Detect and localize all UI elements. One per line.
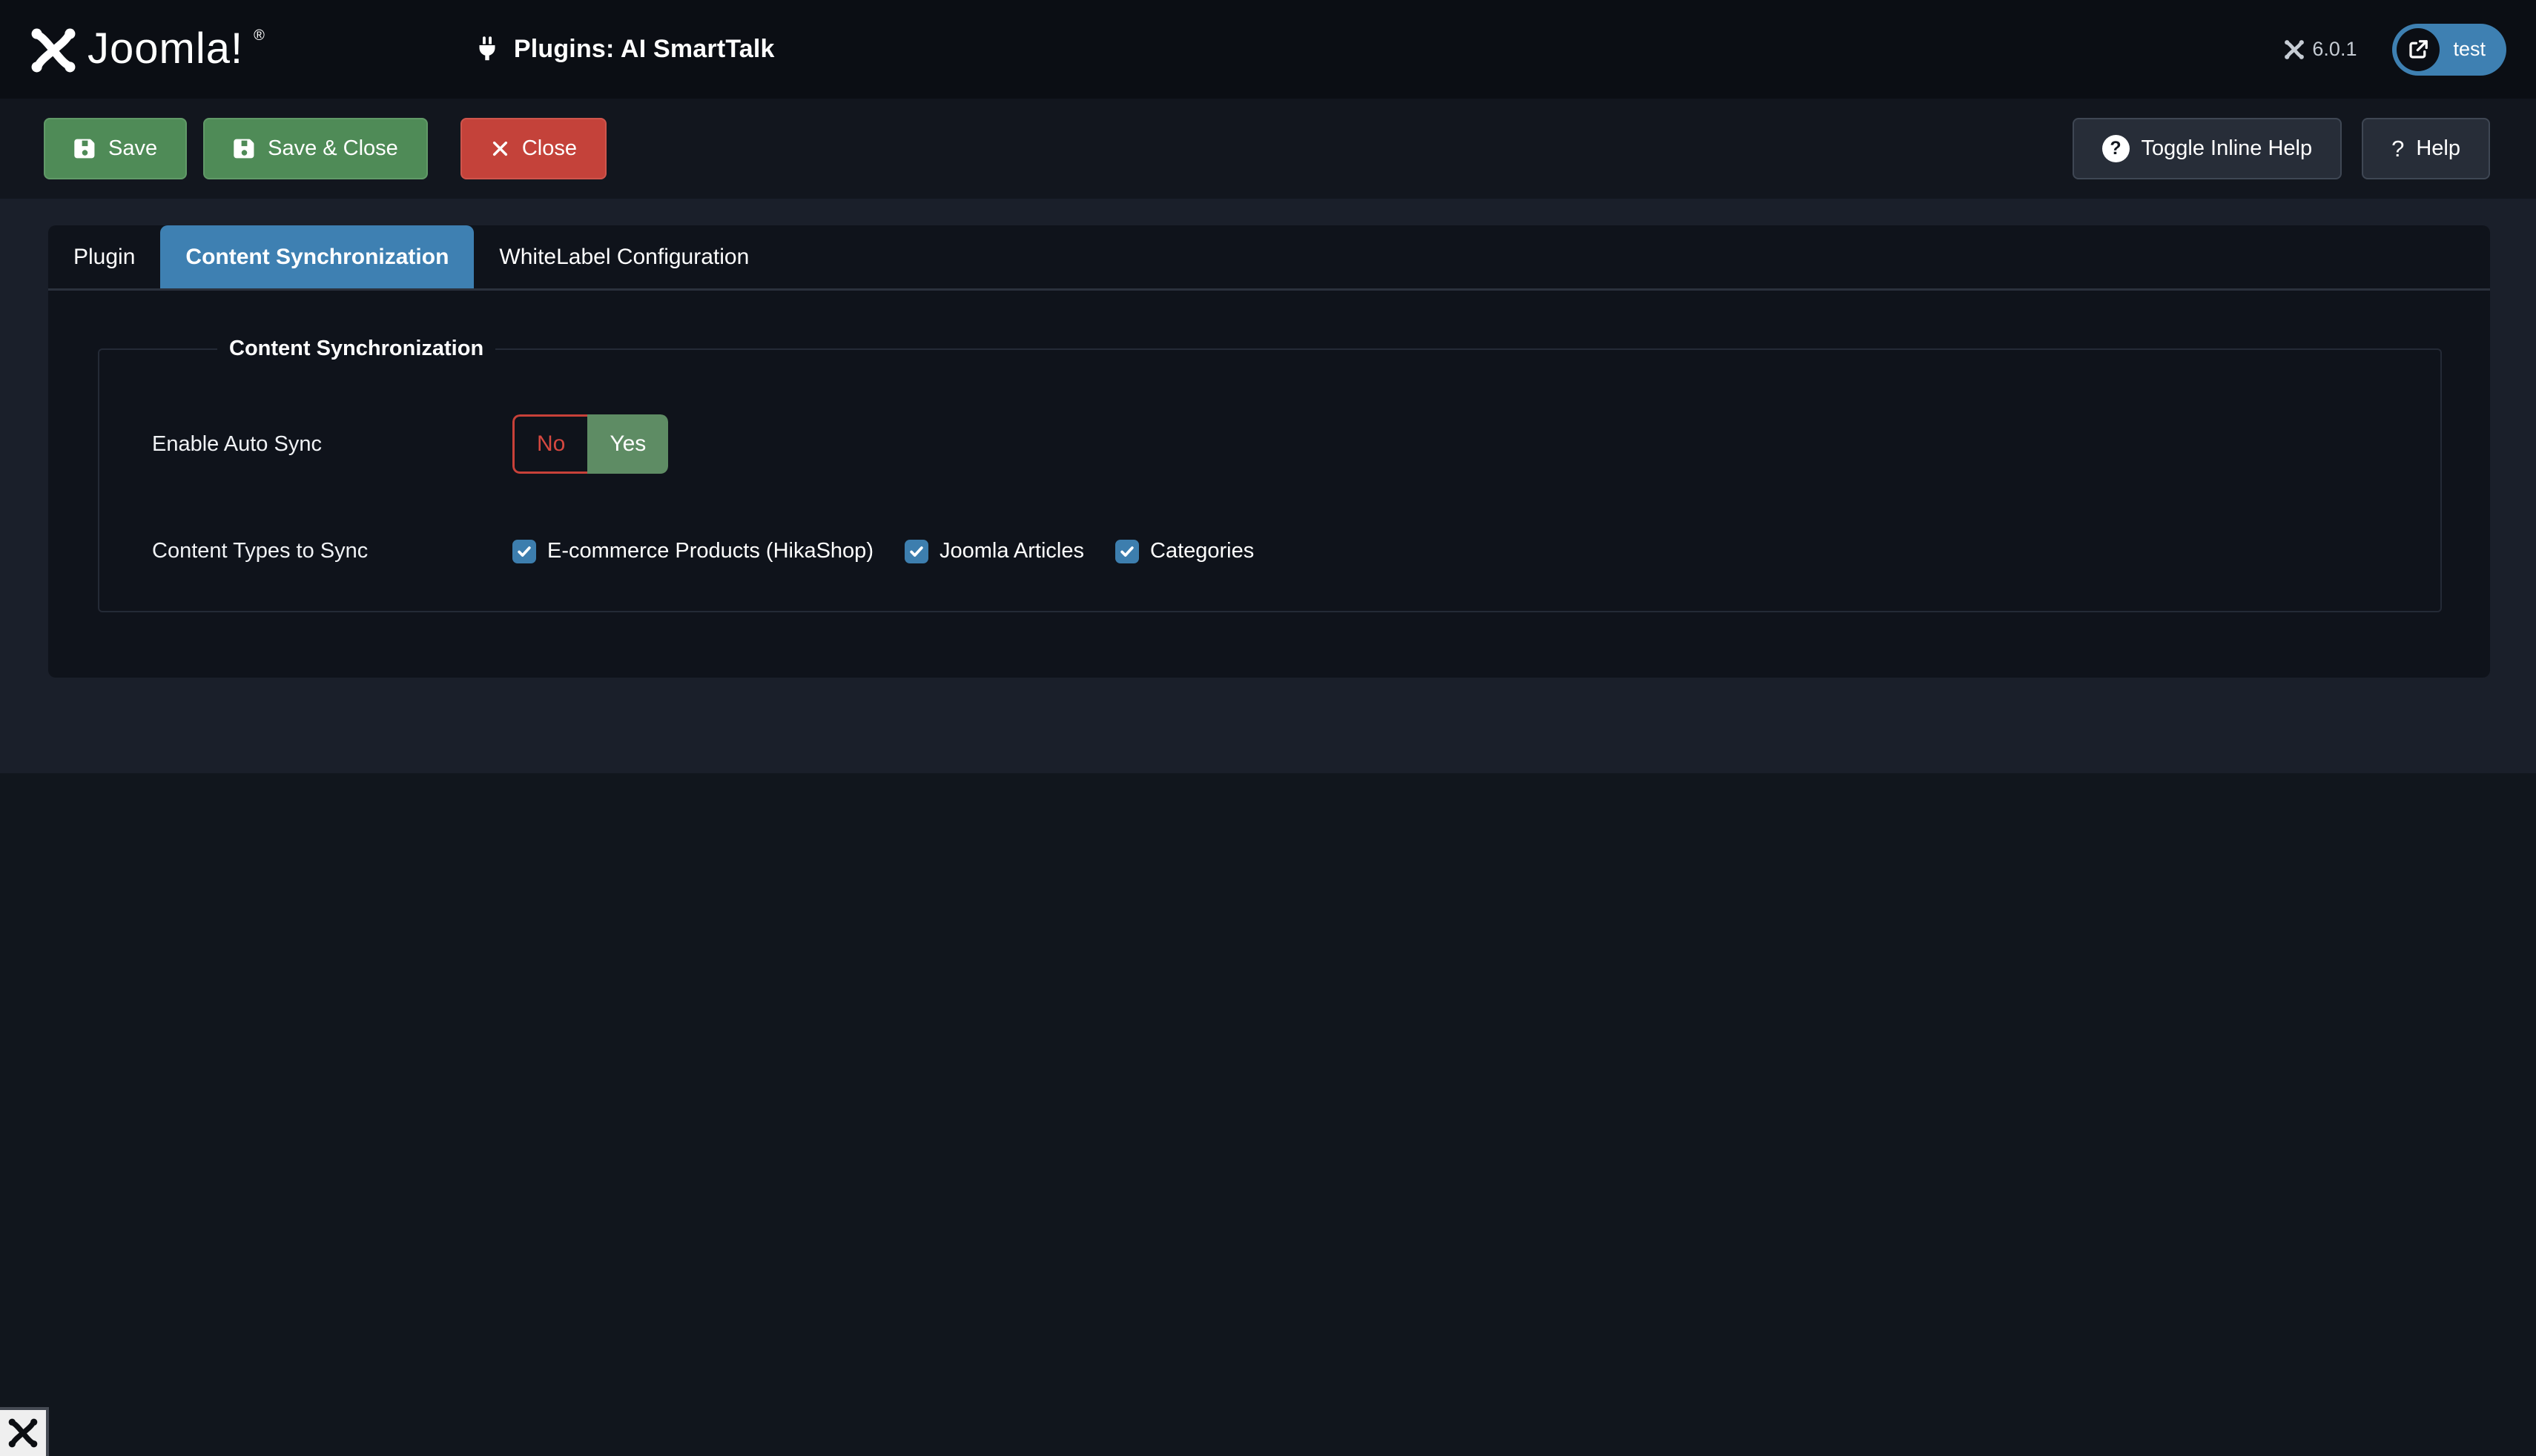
content-sync-fieldset: Content Synchronization Enable Auto Sync… [98,337,2442,612]
tab-bar: Plugin Content Synchronization WhiteLabe… [48,225,2490,291]
settings-card: Plugin Content Synchronization WhiteLabe… [48,225,2490,678]
joomla-corner-button[interactable] [0,1407,49,1456]
joomla-icon [7,1417,39,1449]
check-icon [516,543,532,560]
save-icon [73,137,96,160]
external-link-icon [2407,39,2429,61]
tab-whitelabel-configuration[interactable]: WhiteLabel Configuration [474,225,774,288]
checkbox-categories-label: Categories [1150,539,1254,563]
enable-auto-sync-toggle: No Yes [512,414,668,474]
joomla-logo-text: Joomla! [87,25,243,73]
top-header: Joomla! ® Plugins: AI SmartTalk 6.0.1 te… [0,0,2536,99]
save-icon [233,137,256,160]
checkbox-joomla-articles[interactable]: Joomla Articles [905,539,1084,563]
user-name: test [2453,38,2486,61]
checkbox-categories[interactable]: Categories [1115,539,1254,563]
help-button[interactable]: ? Help [2362,118,2490,179]
preview-circle [2397,28,2440,71]
content-types-label: Content Types to Sync [152,539,512,563]
checkbox-hikashop[interactable]: E-commerce Products (HikaShop) [512,539,874,563]
toolbar-left-group: Save Save & Close Close [44,118,607,179]
save-button-label: Save [108,136,157,161]
question-mark-icon: ? [2391,136,2404,162]
joomla-logo: Joomla! ® [30,25,265,74]
checkbox-checked-icon[interactable] [512,540,536,563]
page-title: Plugins: AI SmartTalk [514,35,775,64]
check-icon [908,543,925,560]
joomla-version-icon [2284,39,2305,60]
enable-auto-sync-label: Enable Auto Sync [152,432,512,457]
field-row-enable-auto-sync: Enable Auto Sync No Yes [152,414,2411,474]
toolbar-right-group: ? Toggle Inline Help ? Help [2073,118,2490,179]
tab-plugin[interactable]: Plugin [48,225,160,288]
checkbox-joomla-articles-label: Joomla Articles [940,539,1084,563]
tab-content-synchronization[interactable]: Content Synchronization [160,225,474,288]
plug-icon [474,36,501,63]
joomla-logo-icon [30,27,77,74]
close-icon [490,139,510,159]
toggle-option-no[interactable]: No [512,414,587,474]
checkbox-hikashop-label: E-commerce Products (HikaShop) [547,539,874,563]
close-button[interactable]: Close [460,118,607,179]
field-row-content-types: Content Types to Sync E-commerce Product… [152,539,2411,563]
tab-panel: Content Synchronization Enable Auto Sync… [48,291,2490,678]
checkbox-checked-icon[interactable] [1115,540,1139,563]
check-icon [1119,543,1135,560]
toggle-inline-help-label: Toggle Inline Help [2142,136,2313,161]
toolbar: Save Save & Close Close ? Toggle Inline … [0,99,2536,199]
content-types-checkbox-group: E-commerce Products (HikaShop) Joomla Ar… [512,539,1254,563]
question-circle-icon: ? [2102,135,2130,162]
save-button[interactable]: Save [44,118,187,179]
save-and-close-label: Save & Close [268,136,398,161]
checkbox-checked-icon[interactable] [905,540,928,563]
save-and-close-button[interactable]: Save & Close [203,118,428,179]
user-menu-button[interactable]: test [2392,24,2506,76]
version-number: 6.0.1 [2312,38,2357,61]
toggle-inline-help-button[interactable]: ? Toggle Inline Help [2073,118,2342,179]
toggle-option-yes[interactable]: Yes [587,414,668,474]
main-content: Plugin Content Synchronization WhiteLabe… [0,199,2536,773]
joomla-version: 6.0.1 [2284,38,2357,61]
registered-mark: ® [254,28,265,43]
header-right: 6.0.1 test [2284,24,2506,76]
page-title-group: Plugins: AI SmartTalk [474,35,775,64]
fieldset-legend: Content Synchronization [217,337,495,361]
help-button-label: Help [2416,136,2460,161]
close-button-label: Close [522,136,577,161]
